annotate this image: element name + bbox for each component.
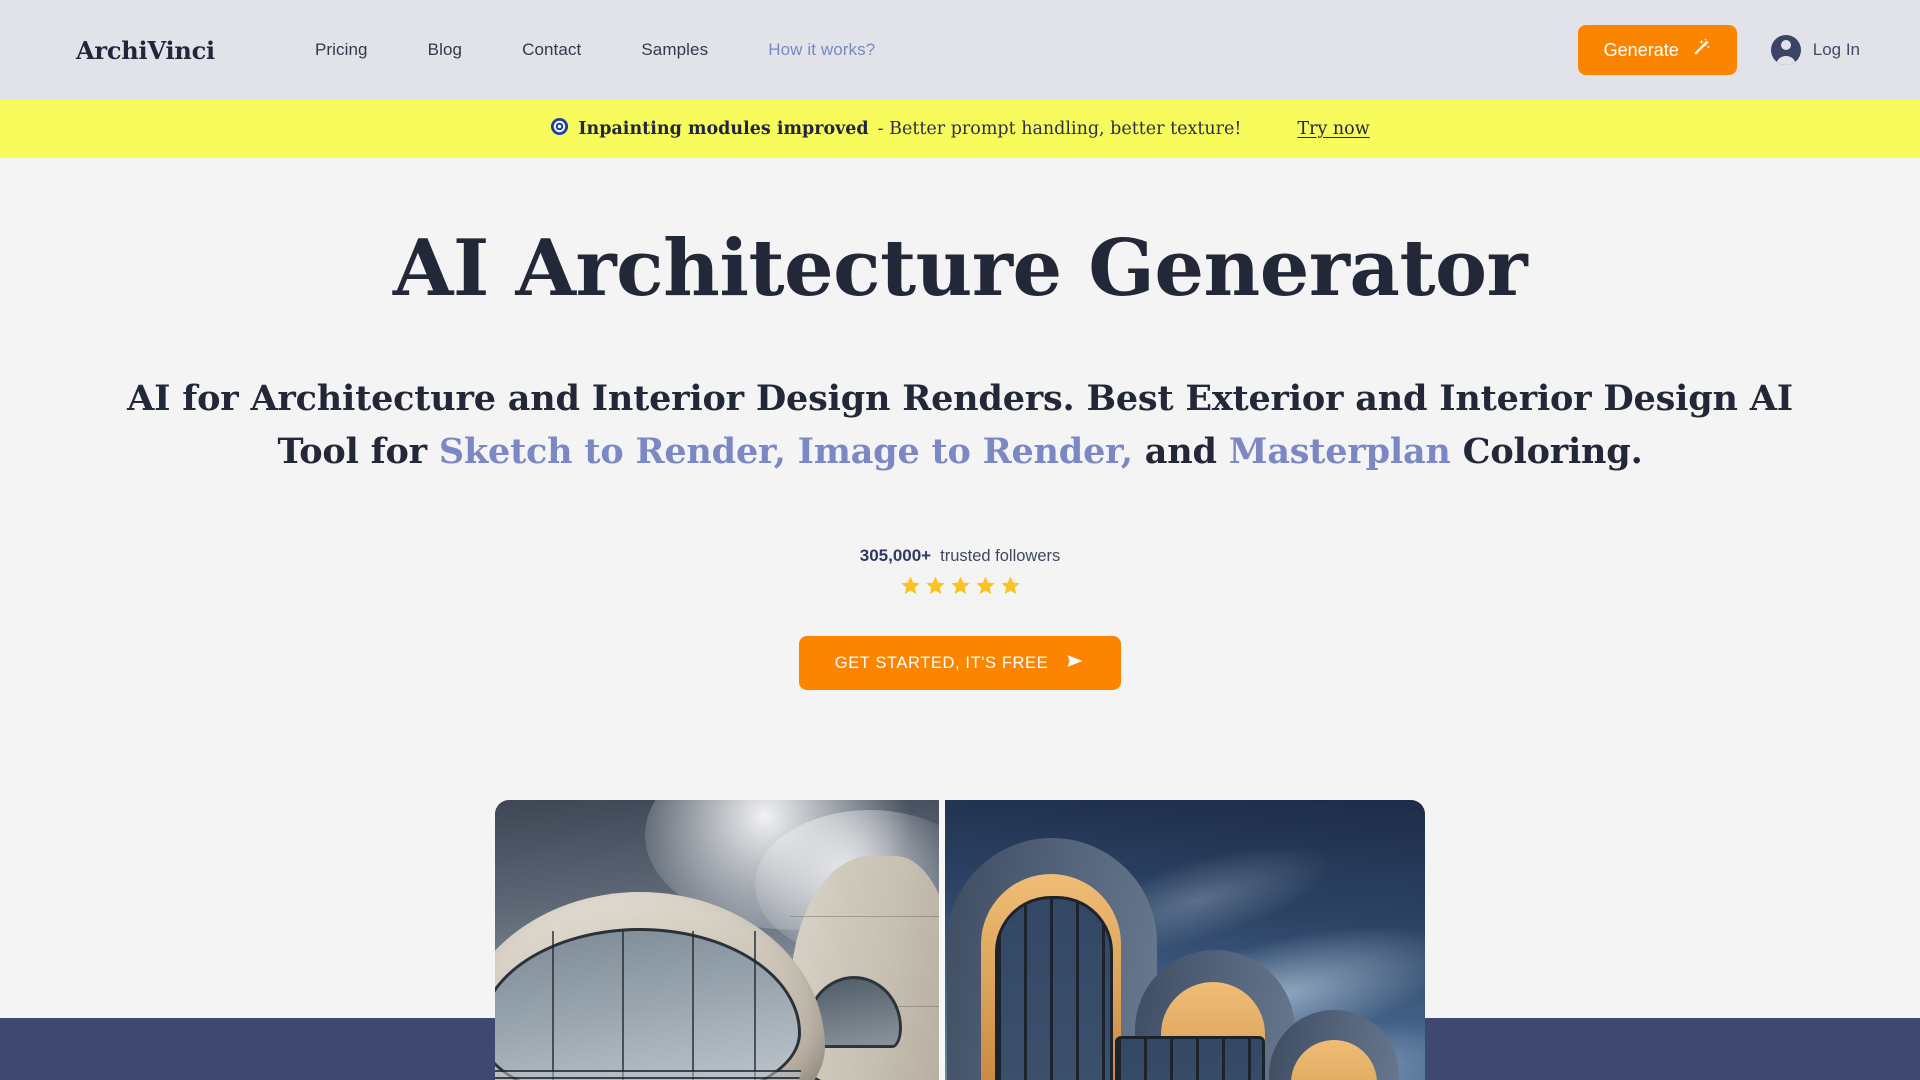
generate-button-label: Generate — [1603, 39, 1679, 60]
hero-subtitle-part-3: Coloring. — [1450, 431, 1643, 473]
hero-subtitle: AI for Architecture and Interior Design … — [105, 372, 1815, 478]
followers-label: trusted followers — [940, 547, 1061, 566]
announcement-headline: Inpainting modules improved — [578, 119, 869, 139]
hero-subtitle-part-2: and — [1132, 431, 1229, 473]
star-rating — [900, 575, 1021, 601]
star-icon — [925, 575, 946, 601]
main-navigation: Pricing Blog Contact Samples How it work… — [315, 40, 875, 60]
send-arrow-icon — [1065, 651, 1085, 676]
palm-tree-decoration — [1227, 1070, 1417, 1080]
star-icon — [1000, 575, 1021, 601]
announcement-message: Inpainting modules improved - Better pro… — [550, 117, 1241, 141]
page-title: AI Architecture Generator — [392, 223, 1528, 314]
hero-subtitle-highlight-2: Masterplan — [1228, 431, 1451, 473]
before-after-showcase[interactable] — [495, 800, 1425, 1080]
social-proof: 305,000+ trusted followers — [0, 546, 1920, 601]
get-started-label: GET STARTED, IT'S FREE — [834, 653, 1049, 672]
nav-item-samples[interactable]: Samples — [641, 40, 708, 60]
brand-logo[interactable]: ArchiVinci — [76, 36, 215, 65]
target-bullseye-icon — [550, 117, 569, 141]
generate-button[interactable]: Generate — [1577, 25, 1737, 75]
announcement-banner: Inpainting modules improved - Better pro… — [0, 100, 1920, 158]
nav-item-contact[interactable]: Contact — [522, 40, 581, 60]
magic-wand-icon — [1691, 38, 1711, 63]
star-icon — [950, 575, 971, 601]
social-proof-line: 305,000+ trusted followers — [860, 546, 1061, 566]
login-button[interactable]: Log In — [1770, 35, 1860, 65]
banner-try-now-link[interactable]: Try now — [1297, 119, 1369, 139]
announcement-detail: - Better prompt handling, better texture… — [877, 119, 1242, 139]
nav-item-blog[interactable]: Blog — [428, 40, 462, 60]
followers-count: 305,000+ — [859, 546, 932, 566]
nav-item-how-it-works[interactable]: How it works? — [768, 40, 875, 60]
hero-subtitle-highlight-1: Sketch to Render, Image to Render, — [438, 431, 1133, 473]
user-avatar-icon — [1770, 35, 1801, 65]
site-header: ArchiVinci Pricing Blog Contact Samples … — [0, 0, 1920, 100]
showcase-image-after — [939, 800, 1425, 1080]
landing-page: ArchiVinci Pricing Blog Contact Samples … — [0, 0, 1920, 1080]
nav-item-pricing[interactable]: Pricing — [315, 40, 368, 60]
star-icon — [900, 575, 921, 601]
login-label: Log In — [1812, 40, 1860, 59]
header-actions: Generate Log In — [1577, 25, 1860, 75]
comparison-slider-handle[interactable] — [939, 800, 945, 1080]
showcase-image-before — [495, 800, 939, 1080]
get-started-button[interactable]: GET STARTED, IT'S FREE — [798, 636, 1122, 691]
cta-wrapper: GET STARTED, IT'S FREE — [0, 636, 1920, 691]
star-icon — [975, 575, 996, 601]
hero-section: AI Architecture Generator AI for Archite… — [0, 158, 1920, 691]
